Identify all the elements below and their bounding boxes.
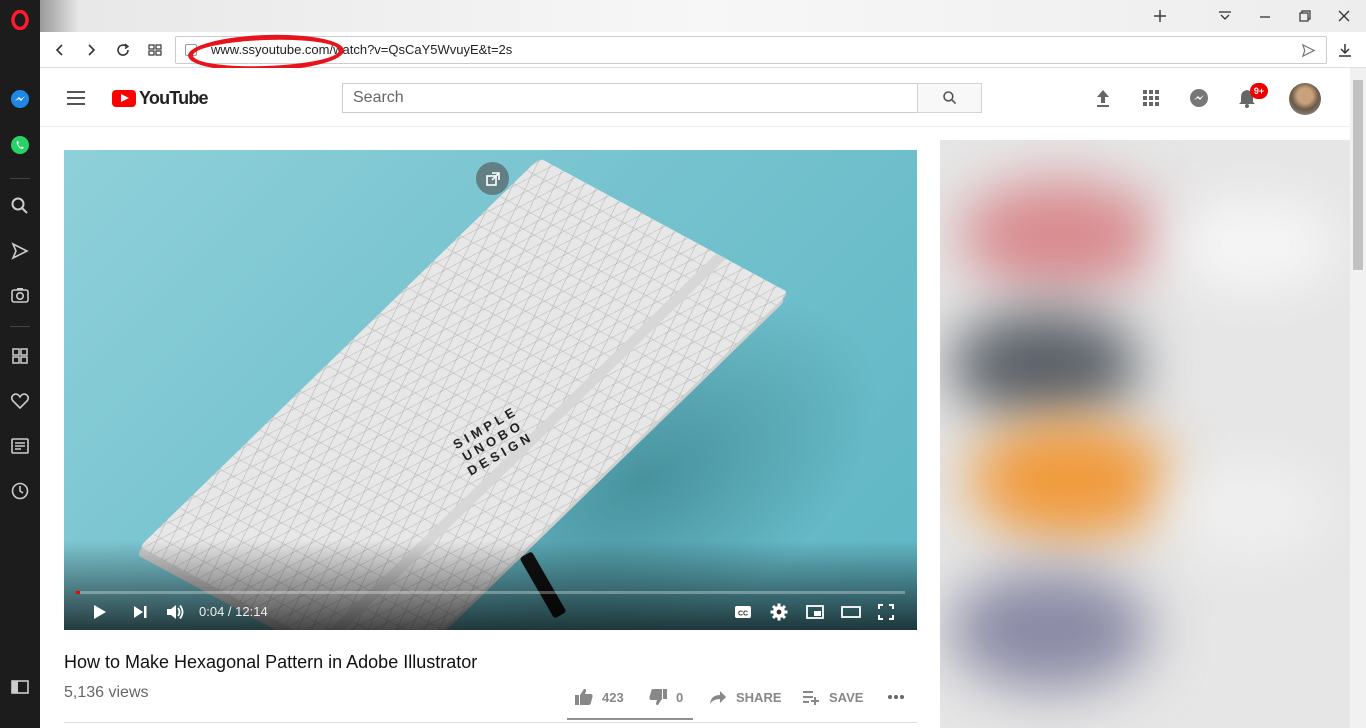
miniplayer-popout-icon[interactable] [476, 162, 509, 195]
sidebar-toggle-icon[interactable] [8, 675, 32, 699]
like-button[interactable]: 423 [574, 686, 624, 708]
new-tab-button[interactable] [1146, 4, 1174, 28]
scrollbar-thumb[interactable] [1353, 80, 1363, 270]
opera-sidebar [0, 0, 40, 728]
fullscreen-button[interactable] [874, 600, 898, 624]
youtube-header: YouTube Search 9+ [40, 68, 1350, 127]
share-button[interactable]: SHARE [708, 686, 782, 708]
blurred-thumbnail [970, 420, 1170, 540]
blurred-text [1170, 200, 1340, 290]
video-player[interactable]: SIMPLE UNOBO DESIGN 0:04 / 12:14 CC [64, 150, 917, 630]
progress-bar[interactable] [76, 591, 905, 594]
upload-icon[interactable] [1091, 86, 1115, 110]
miniplayer-button[interactable] [803, 600, 827, 624]
blurred-thumbnail [960, 180, 1160, 290]
sentiment-bar [567, 718, 693, 720]
close-button[interactable] [1330, 4, 1358, 28]
play-button[interactable] [87, 600, 111, 624]
search-placeholder: Search [353, 89, 404, 106]
next-button[interactable] [128, 600, 152, 624]
blurred-text [1170, 460, 1330, 560]
youtube-logo[interactable]: YouTube [112, 88, 209, 109]
save-label: SAVE [829, 689, 864, 705]
camera-icon[interactable] [8, 283, 32, 307]
captions-button[interactable]: CC [731, 600, 755, 624]
notification-badge: 9+ [1250, 83, 1268, 99]
sidebar-divider [10, 326, 30, 327]
settings-gear-icon[interactable] [767, 600, 791, 624]
thumbs-up-icon [575, 688, 593, 705]
blurred-thumbnail [950, 310, 1140, 420]
tab-menu-icon[interactable] [1211, 4, 1239, 28]
apps-icon[interactable] [1139, 86, 1163, 110]
save-button[interactable]: SAVE [801, 686, 863, 708]
forward-button[interactable] [81, 40, 101, 60]
heart-icon[interactable] [8, 389, 32, 413]
whatsapp-icon[interactable] [8, 133, 32, 157]
dislike-button[interactable]: 0 [648, 686, 683, 708]
avatar[interactable] [1289, 83, 1321, 115]
search-icon [942, 91, 956, 105]
recommendations-panel-blurred [940, 140, 1350, 728]
back-button[interactable] [50, 40, 70, 60]
tabs-grid-icon[interactable] [145, 40, 165, 60]
share-arrow-icon [710, 691, 726, 704]
opera-logo[interactable] [8, 8, 32, 32]
messages-icon[interactable] [1187, 86, 1211, 110]
theater-mode-button[interactable] [839, 600, 863, 624]
scrollbar[interactable] [1350, 68, 1366, 728]
search-button[interactable] [917, 83, 982, 113]
browser-titlebar [40, 0, 1366, 32]
svg-text:CC: CC [738, 611, 748, 618]
url-field[interactable]: www.ssyoutube.com/watch?v=QsCaY5WvuyE&t=… [175, 36, 1327, 64]
video-title: How to Make Hexagonal Pattern in Adobe I… [64, 652, 478, 672]
messenger-icon[interactable] [8, 87, 32, 111]
send-page-icon[interactable] [1301, 43, 1316, 63]
news-icon[interactable] [8, 434, 32, 458]
like-count: 423 [602, 689, 624, 705]
thumbs-down-icon [649, 689, 667, 706]
playlist-add-icon [803, 691, 819, 705]
progress-bar-fill [76, 591, 81, 594]
dislike-count: 0 [676, 689, 684, 705]
share-label: SHARE [736, 689, 782, 705]
volume-icon[interactable] [163, 600, 187, 624]
restore-button[interactable] [1291, 4, 1319, 28]
search-input[interactable]: Search [342, 83, 918, 113]
more-icon [888, 695, 904, 699]
history-icon[interactable] [8, 479, 32, 503]
youtube-play-logo-icon [112, 90, 136, 107]
reload-button[interactable] [113, 40, 133, 60]
address-toolbar: www.ssyoutube.com/watch?v=QsCaY5WvuyE&t=… [40, 32, 1366, 74]
sidebar-divider [10, 178, 30, 179]
download-icon[interactable] [1335, 40, 1355, 60]
view-count: 5,136 views [64, 684, 149, 701]
send-icon[interactable] [8, 239, 32, 263]
time-display: 0:04 / 12:14 [199, 604, 268, 619]
blurred-thumbnail [950, 570, 1150, 690]
search-icon[interactable] [8, 194, 32, 218]
speed-dial-icon[interactable] [8, 344, 32, 368]
menu-icon[interactable] [64, 86, 88, 110]
youtube-logo-text: YouTube [139, 88, 209, 108]
more-actions-button[interactable] [886, 686, 914, 708]
section-divider [64, 722, 917, 723]
minimize-button[interactable] [1251, 4, 1279, 28]
